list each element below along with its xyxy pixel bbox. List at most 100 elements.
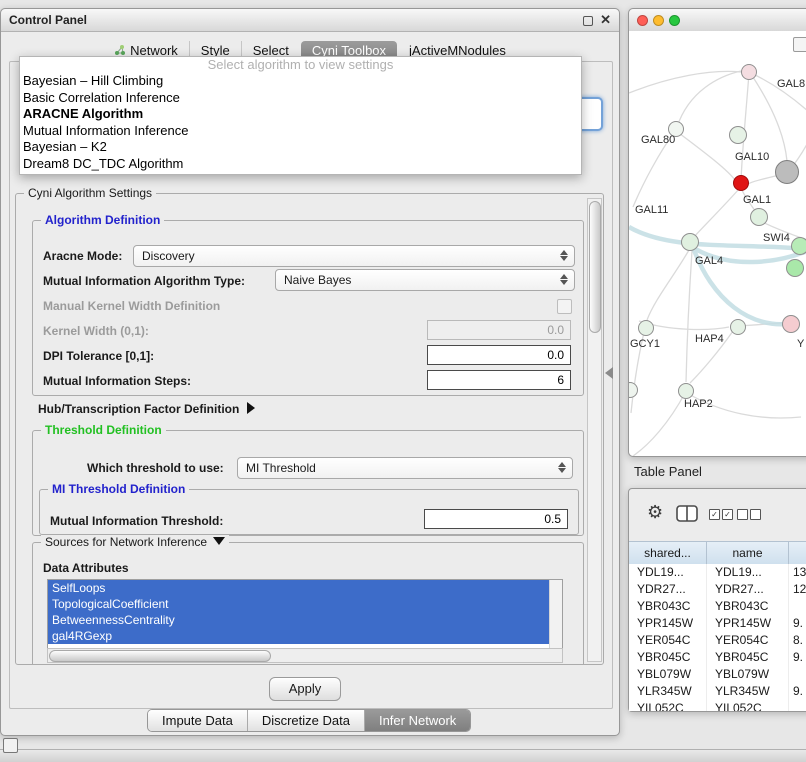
cell: YDL19... — [707, 564, 789, 581]
cell — [789, 598, 806, 615]
cell: YDL19... — [629, 564, 707, 581]
aracne-mode-combo[interactable]: Discovery — [133, 245, 575, 267]
list-horizontal-scrollbar[interactable] — [47, 648, 563, 663]
network-node-gal4[interactable] — [681, 233, 699, 251]
network-node[interactable] — [782, 315, 800, 333]
table-header: shared... name — [629, 541, 806, 565]
minimize-traffic-light[interactable] — [653, 15, 664, 26]
algorithm-dropdown-popup: Select algorithm to view settings Bayesi… — [19, 56, 582, 175]
checked-box-icon: ✓ — [722, 509, 733, 520]
list-item[interactable]: gal4RGexp — [48, 628, 549, 644]
network-node[interactable] — [741, 64, 757, 80]
data-attributes-label: Data Attributes — [43, 561, 129, 575]
cell: 13 — [789, 564, 806, 581]
node-label: GAL10 — [735, 151, 769, 163]
cell: YPR145W — [707, 615, 789, 632]
cell: YBR045C — [629, 649, 707, 666]
which-threshold-combo[interactable]: MI Threshold — [237, 457, 573, 479]
tab-discretize-data[interactable]: Discretize Data — [247, 710, 364, 731]
close-traffic-light[interactable] — [637, 15, 648, 26]
close-icon[interactable]: ✕ — [600, 12, 611, 28]
apply-button[interactable]: Apply — [269, 677, 341, 701]
float-window-icon[interactable] — [583, 16, 593, 26]
sources-toggle[interactable]: Sources for Network Inference — [41, 535, 229, 549]
network-node-hap2[interactable] — [678, 383, 694, 399]
dpi-tolerance-field[interactable] — [427, 345, 571, 365]
network-overview-button[interactable] — [793, 37, 806, 52]
table-row[interactable]: YDR27...YDR27...12 — [629, 581, 806, 598]
network-node[interactable] — [730, 319, 746, 335]
network-canvas[interactable]: GAL8 GAL80 GAL10 GAL11 GAL1 SWI4 GAL4 GC… — [629, 31, 806, 456]
combo-arrows-icon — [560, 250, 568, 261]
table-row[interactable]: YPR145WYPR145W9. — [629, 615, 806, 632]
data-attributes-list[interactable]: SelfLoops TopologicalCoefficient Between… — [47, 579, 563, 649]
popup-item[interactable]: Bayesian – Hill Climbing — [20, 73, 581, 90]
hub-definition-label: Hub/Transcription Factor Definition — [38, 402, 239, 416]
aracne-mode-value: Discovery — [142, 249, 195, 263]
cell: 9. — [789, 649, 806, 666]
list-item[interactable]: TopologicalCoefficient — [48, 596, 549, 612]
settings-vertical-scrollbar[interactable] — [587, 198, 602, 662]
threshold-definition-title: Threshold Definition — [41, 423, 166, 437]
popup-item[interactable]: Dream8 DC_TDC Algorithm — [20, 156, 581, 173]
table-toolbar: ⚙ ✓✓ — [629, 489, 806, 541]
cell: YBR043C — [629, 598, 707, 615]
control-panel-titlebar[interactable]: Control Panel ✕ — [1, 9, 619, 32]
mi-threshold-group-title: MI Threshold Definition — [48, 482, 189, 496]
network-node[interactable] — [786, 259, 804, 277]
list-item[interactable]: BetweennessCentrality — [48, 612, 549, 628]
table-row[interactable]: YER054CYER054C8. — [629, 632, 806, 649]
network-node[interactable] — [791, 237, 806, 255]
threshold-definition-group: Threshold Definition Which threshold to … — [32, 430, 584, 536]
popup-item[interactable]: Bayesian – K2 — [20, 139, 581, 156]
hub-definition-toggle[interactable]: Hub/Transcription Factor Definition — [38, 402, 255, 416]
table-row[interactable]: YBR045CYBR045C9. — [629, 649, 806, 666]
kernel-width-field[interactable] — [427, 320, 571, 340]
tab-infer-network[interactable]: Infer Network — [364, 710, 470, 731]
zoom-traffic-light[interactable] — [669, 15, 680, 26]
list-vertical-scrollbar[interactable] — [549, 580, 562, 648]
table-row[interactable]: YBR043CYBR043C — [629, 598, 806, 615]
panel-collapse-arrow[interactable] — [605, 367, 613, 379]
select-all-checks-icon[interactable]: ✓✓ — [709, 509, 735, 523]
cell — [789, 700, 806, 711]
columns-icon[interactable] — [676, 505, 698, 522]
scrollbar-thumb[interactable] — [49, 650, 271, 662]
docked-window-icon[interactable] — [3, 738, 18, 753]
tab-impute-data[interactable]: Impute Data — [148, 710, 247, 731]
network-node-gal1[interactable] — [750, 208, 768, 226]
deselect-all-checks-icon[interactable] — [737, 509, 763, 523]
kernel-width-label: Kernel Width (0,1): — [43, 324, 149, 338]
network-node-gcy1[interactable] — [638, 320, 654, 336]
cell: 12 — [789, 581, 806, 598]
algorithm-definition-group: Algorithm Definition Aracne Mode: Discov… — [32, 220, 584, 396]
scrollbar-thumb[interactable] — [589, 201, 601, 333]
cell: 9. — [789, 683, 806, 700]
dpi-tolerance-label: DPI Tolerance [0,1]: — [43, 349, 154, 363]
mi-type-combo[interactable]: Naive Bayes — [275, 269, 575, 291]
popup-item[interactable]: Mutual Information Inference — [20, 123, 581, 140]
gear-icon[interactable]: ⚙ — [647, 503, 663, 521]
popup-item[interactable]: Basic Correlation Inference — [20, 90, 581, 107]
manual-kernel-checkbox[interactable] — [557, 299, 572, 314]
network-node-gal10[interactable] — [775, 160, 799, 184]
column-header-name[interactable]: name — [707, 542, 789, 564]
network-node-selected-red[interactable] — [733, 175, 749, 191]
table-panel-window: ⚙ ✓✓ shared... name YDL19...YDL19...13 Y… — [628, 488, 806, 712]
mi-threshold-field[interactable] — [424, 509, 568, 529]
cell: YER054C — [707, 632, 789, 649]
table-row[interactable]: YDL19...YDL19...13 — [629, 564, 806, 581]
popup-item-selected[interactable]: ARACNE Algorithm — [20, 106, 581, 123]
network-window-titlebar[interactable] — [629, 9, 806, 32]
mi-type-label: Mutual Information Algorithm Type: — [43, 274, 245, 288]
column-header-cut[interactable] — [789, 542, 806, 564]
table-row[interactable]: YLR345WYLR345W9. — [629, 683, 806, 700]
network-node[interactable] — [729, 126, 747, 144]
node-label: GAL8 — [777, 78, 805, 90]
list-item[interactable]: SelfLoops — [48, 580, 549, 596]
table-row[interactable]: YBL079WYBL079W — [629, 666, 806, 683]
mi-steps-field[interactable] — [427, 370, 571, 390]
column-header-shared-name[interactable]: shared... — [629, 542, 707, 564]
table-row[interactable]: YIL052CYIL052C — [629, 700, 806, 711]
table-body[interactable]: YDL19...YDL19...13 YDR27...YDR27...12 YB… — [629, 564, 806, 711]
